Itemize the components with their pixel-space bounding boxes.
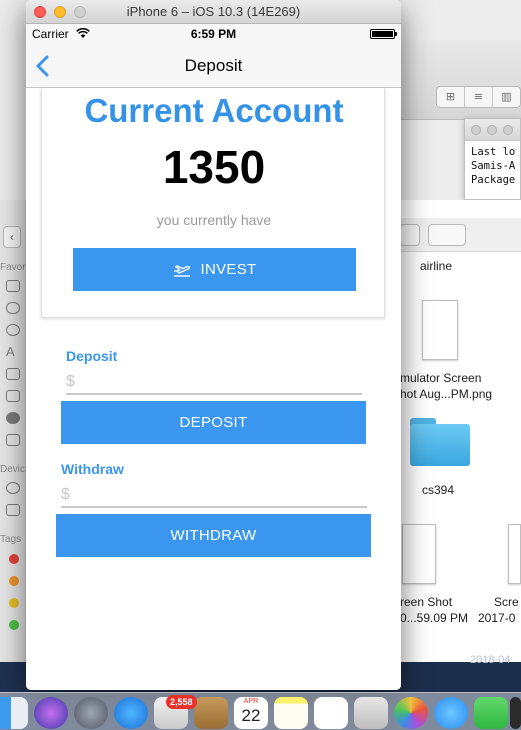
icon-view-icon[interactable]: ⊞ bbox=[437, 87, 465, 107]
calendar-month: APR bbox=[243, 698, 259, 705]
list-view-icon[interactable]: ≡ bbox=[465, 87, 493, 107]
deposit-button-label: DEPOSIT bbox=[179, 414, 248, 431]
reminders-dock-icon[interactable] bbox=[314, 697, 348, 729]
simulator-title: iPhone 6 – iOS 10.3 (14E269) bbox=[126, 4, 301, 19]
tag-green-icon[interactable] bbox=[9, 620, 19, 630]
deposit-amount-input[interactable] bbox=[66, 371, 362, 395]
folder-icon[interactable] bbox=[6, 434, 20, 446]
terminal-line: Package bbox=[471, 174, 516, 186]
file-label[interactable]: hot Aug...PM.png bbox=[400, 387, 492, 401]
documents-icon[interactable] bbox=[6, 280, 20, 292]
finder-toolbar bbox=[400, 40, 521, 120]
finder-sidebar: ‹ Favor A Devic Tags bbox=[0, 200, 26, 662]
screenshot-thumbnail[interactable] bbox=[422, 300, 458, 360]
mail-unread-badge: 2,558 bbox=[166, 695, 197, 709]
withdraw-button[interactable]: WITHDRAW bbox=[56, 514, 371, 557]
safari-dock-icon[interactable] bbox=[114, 697, 148, 729]
invest-button-label: INVEST bbox=[200, 261, 257, 278]
column-view-icon[interactable]: ▥ bbox=[493, 87, 520, 107]
folder-icon[interactable] bbox=[410, 418, 470, 466]
tag-orange-icon[interactable] bbox=[9, 576, 19, 586]
calendar-dock-icon[interactable]: APR 22 bbox=[234, 697, 268, 729]
airdrop-icon[interactable] bbox=[6, 324, 20, 336]
finder-titlebar bbox=[400, 0, 521, 40]
drive-icon[interactable] bbox=[6, 504, 20, 516]
file-label[interactable]: reen Shot bbox=[400, 595, 452, 609]
dock: APR 22 bbox=[0, 692, 521, 730]
finder-view-toggle[interactable]: ⊞ ≡ ▥ bbox=[436, 86, 521, 108]
sidebar-section-tags: Tags bbox=[0, 534, 22, 545]
screenshot-thumbnail[interactable] bbox=[402, 524, 436, 584]
deposit-button[interactable]: DEPOSIT bbox=[61, 401, 366, 444]
contacts-dock-icon[interactable] bbox=[194, 697, 228, 729]
account-balance: 1350 bbox=[162, 141, 266, 193]
balance-caption: you currently have bbox=[156, 212, 272, 228]
phone-screen: Carrier 6:59 PM Deposit Current Account … bbox=[26, 24, 401, 690]
deposit-label: Deposit bbox=[66, 348, 118, 364]
notes-dock-icon[interactable] bbox=[274, 697, 308, 729]
terminal-window[interactable]: Last lo Samis-A Package bbox=[464, 118, 521, 200]
launchpad-dock-icon[interactable] bbox=[74, 697, 108, 729]
siri-dock-icon[interactable] bbox=[34, 697, 68, 729]
icloud-icon[interactable] bbox=[6, 302, 20, 314]
file-label[interactable]: mulator Screen bbox=[400, 371, 481, 385]
downloads-icon[interactable] bbox=[6, 412, 20, 424]
app-dock-icon[interactable] bbox=[510, 697, 521, 729]
file-label[interactable]: 2017-0 bbox=[478, 611, 515, 625]
tag-yellow-icon[interactable] bbox=[9, 598, 19, 608]
applications-icon[interactable]: A bbox=[6, 345, 20, 358]
zoom-icon[interactable] bbox=[503, 125, 513, 135]
terminal-titlebar bbox=[465, 119, 520, 141]
sidebar-section-favorites: Favor bbox=[0, 262, 26, 273]
terminal-line: Samis-A bbox=[471, 160, 516, 172]
terminal-line: Last lo bbox=[471, 146, 516, 158]
calendar-day: 22 bbox=[241, 706, 261, 725]
account-card: Current Account 1350 you currently have … bbox=[41, 88, 385, 318]
simulator-window: iPhone 6 – iOS 10.3 (14E269) Carrier 6:5… bbox=[26, 0, 401, 690]
disk-icon[interactable] bbox=[6, 482, 20, 494]
navigation-bar: Deposit bbox=[26, 44, 401, 88]
withdraw-label: Withdraw bbox=[61, 461, 124, 477]
messages-dock-icon[interactable] bbox=[434, 697, 468, 729]
airplane-takeoff-icon bbox=[173, 264, 190, 277]
file-label[interactable]: Scre bbox=[494, 595, 519, 609]
desktop-icon[interactable] bbox=[6, 368, 20, 380]
documents-folder-icon[interactable] bbox=[6, 390, 20, 402]
preview-dock-icon[interactable] bbox=[354, 697, 388, 729]
back-arrow-icon[interactable]: ‹ bbox=[3, 226, 21, 248]
file-label-cs394[interactable]: cs394 bbox=[422, 483, 454, 497]
photos-dock-icon[interactable] bbox=[394, 697, 428, 729]
withdraw-button-label: WITHDRAW bbox=[170, 527, 257, 544]
share-button[interactable] bbox=[400, 224, 420, 246]
finder-dock-icon[interactable] bbox=[0, 697, 28, 729]
close-icon[interactable] bbox=[471, 125, 481, 135]
sidebar-section-devices: Devic bbox=[0, 464, 26, 475]
simulator-titlebar: iPhone 6 – iOS 10.3 (14E269) bbox=[26, 0, 401, 24]
minimize-icon[interactable] bbox=[487, 125, 497, 135]
file-label-airline[interactable]: airline bbox=[420, 259, 452, 273]
nav-title: Deposit bbox=[184, 56, 243, 75]
status-bar: Carrier 6:59 PM bbox=[26, 24, 401, 44]
withdraw-amount-input[interactable] bbox=[61, 484, 367, 508]
screenshot-thumbnail[interactable] bbox=[508, 524, 521, 584]
desktop-date-text: 2018-04 bbox=[470, 654, 511, 666]
tags-button[interactable] bbox=[428, 224, 466, 246]
account-title: Current Account bbox=[84, 92, 344, 129]
battery-icon bbox=[370, 29, 397, 39]
facetime-dock-icon[interactable] bbox=[474, 697, 508, 729]
file-label[interactable]: 0...59.09 PM bbox=[400, 611, 468, 625]
tag-red-icon[interactable] bbox=[9, 554, 19, 564]
status-time: 6:59 PM bbox=[190, 27, 237, 41]
invest-button[interactable]: INVEST bbox=[73, 248, 356, 291]
